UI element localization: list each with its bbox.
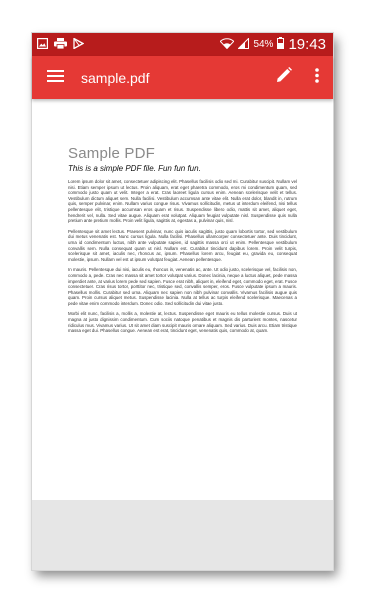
status-time: 19:43 [288,36,326,53]
document-file-name: sample.pdf [81,69,150,86]
wifi-icon [220,36,235,54]
pdf-viewer[interactable]: Sample PDF This is a simple PDF file. Fu… [32,99,333,570]
document-paragraph: Morbi elit nunc, facilisis a, mollis a, … [68,311,297,334]
document-paragraph: Pellentesque sit amet lectus. Praesent p… [68,228,297,262]
more-vert-icon [315,67,319,88]
status-bar-notifications [32,36,85,54]
document-subtitle: This is a simple PDF file. Fun fun fun. [68,164,201,173]
pdf-page: Sample PDF This is a simple PDF file. Fu… [32,99,333,500]
toolbar-actions [267,56,333,99]
document-paragraph: In mauris. Pellentesque dui nisi, iaculi… [68,267,297,306]
gallery-notification-icon [37,36,49,54]
status-bar: 54% 19:43 [32,33,333,56]
battery-percent: 54% [253,39,274,50]
battery-icon [277,36,285,54]
edit-pencil-icon [276,67,292,88]
navigation-menu-button[interactable] [32,56,78,99]
app-toolbar: sample.pdf [32,56,333,99]
signal-icon [237,36,250,54]
hamburger-menu-icon [46,69,64,87]
status-bar-system: 54% 19:43 [220,36,333,54]
print-notification-icon [54,36,67,54]
play-store-notification-icon [73,36,85,54]
more-options-button[interactable] [301,56,333,99]
edit-button[interactable] [267,56,301,99]
device-screen: 54% 19:43 sample.pdf Sample PDF This is … [32,33,333,570]
document-title: Sample PDF [68,145,156,162]
document-paragraph: Lorem ipsum dolor sit amet, consectetuer… [68,179,297,224]
